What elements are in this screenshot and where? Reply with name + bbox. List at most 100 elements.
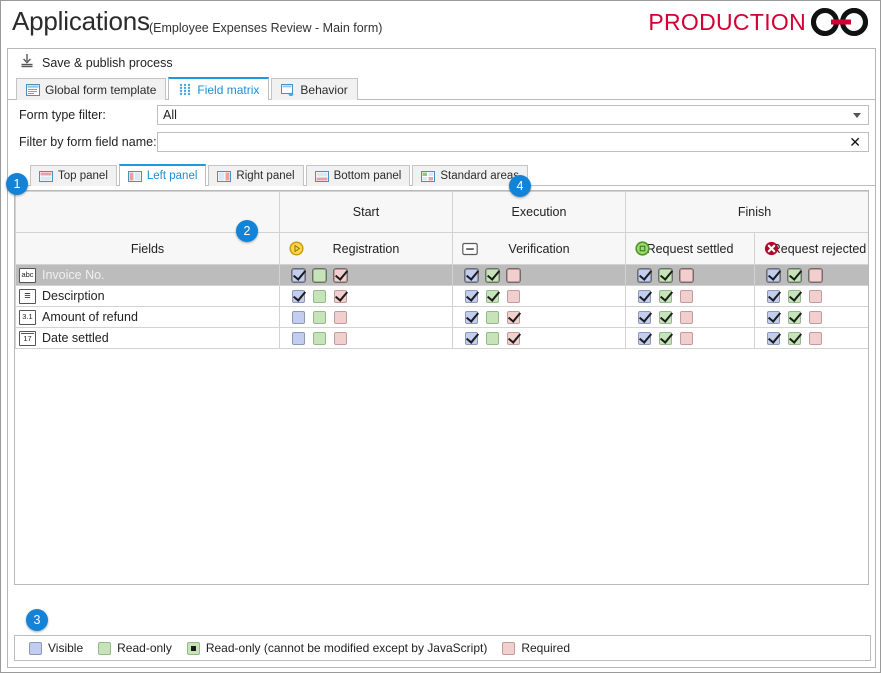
required-checkbox[interactable] xyxy=(680,268,693,282)
visible-checkbox[interactable] xyxy=(465,289,478,303)
visible-checkbox[interactable] xyxy=(465,268,478,282)
brand-text: PRODUCTION xyxy=(648,8,806,35)
save-publish-button[interactable]: Save & publish process xyxy=(42,56,173,70)
matrix-cell-registration[interactable] xyxy=(279,306,453,328)
visible-checkbox[interactable] xyxy=(638,331,651,345)
readonly-checkbox[interactable] xyxy=(313,310,326,324)
matrix-cell-request-settled[interactable] xyxy=(625,327,755,349)
visible-checkbox[interactable] xyxy=(767,331,780,345)
readonly-checkbox[interactable] xyxy=(186,641,200,655)
field-matrix-table-container[interactable]: Start Execution Finish Fields Registrati… xyxy=(14,190,869,585)
required-checkbox[interactable] xyxy=(809,268,822,282)
column-header-request-settled[interactable]: Request settled xyxy=(625,232,755,265)
matrix-cell-request-rejected[interactable] xyxy=(754,327,868,349)
panel-tab-left[interactable]: Left panel xyxy=(118,164,207,186)
matrix-cell-request-rejected[interactable] xyxy=(754,285,868,307)
required-checkbox[interactable] xyxy=(334,310,347,324)
visible-checkbox[interactable] xyxy=(292,289,305,303)
visible-checkbox[interactable] xyxy=(292,268,305,282)
visible-checkbox[interactable] xyxy=(638,268,651,282)
matrix-cell-registration[interactable] xyxy=(279,285,453,307)
close-icon[interactable]: ✕ xyxy=(849,135,861,149)
readonly-checkbox[interactable] xyxy=(788,268,801,282)
readonly-checkbox[interactable] xyxy=(313,268,326,282)
required-checkbox[interactable] xyxy=(334,289,347,303)
column-header-request-rejected[interactable]: Request rejected xyxy=(754,232,868,265)
readonly-checkbox[interactable] xyxy=(486,268,499,282)
matrix-cell-request-rejected[interactable] xyxy=(754,264,868,286)
required-checkbox[interactable] xyxy=(809,331,822,345)
table-row[interactable]: ≡ Descirption xyxy=(15,285,868,307)
matrix-cell-verification[interactable] xyxy=(452,285,626,307)
readonly-checkbox[interactable] xyxy=(486,310,499,324)
form-type-filter-value[interactable] xyxy=(158,106,853,124)
readonly-checkbox[interactable] xyxy=(313,289,326,303)
matrix-cell-registration[interactable] xyxy=(279,264,453,286)
matrix-cell-registration[interactable] xyxy=(279,327,453,349)
field-name-cell[interactable]: ≡ Descirption xyxy=(15,285,280,307)
save-publish-icon xyxy=(19,53,35,74)
tab-behavior[interactable]: Behavior xyxy=(271,78,358,100)
visible-checkbox[interactable] xyxy=(465,310,478,324)
matrix-cell-request-rejected[interactable] xyxy=(754,306,868,328)
field-name-cell[interactable]: 3.1 Amount of refund xyxy=(15,306,280,328)
matrix-cell-request-settled[interactable] xyxy=(625,306,755,328)
required-checkbox[interactable] xyxy=(809,310,822,324)
app-header: Applications (Employee Expenses Review -… xyxy=(1,1,880,48)
chain-link-icon xyxy=(811,8,868,36)
required-checkbox[interactable] xyxy=(507,310,520,324)
panel-tab-top[interactable]: Top panel xyxy=(30,165,117,186)
readonly-checkbox[interactable] xyxy=(486,289,499,303)
visible-checkbox[interactable] xyxy=(292,331,305,345)
required-checkbox[interactable] xyxy=(507,268,520,282)
tab-global-form-template[interactable]: Global form template xyxy=(16,78,167,100)
field-name-filter-input-wrap[interactable]: ✕ xyxy=(157,132,869,152)
column-header-registration[interactable]: Registration xyxy=(279,232,453,265)
tab-field-matrix[interactable]: Field matrix xyxy=(168,77,270,100)
table-row[interactable]: 3.1 Amount of refund xyxy=(15,306,868,328)
required-checkbox[interactable] xyxy=(680,310,693,324)
required-checkbox[interactable] xyxy=(680,331,693,345)
chevron-down-icon[interactable] xyxy=(853,112,861,118)
required-checkbox[interactable] xyxy=(502,641,516,655)
visible-checkbox[interactable] xyxy=(767,289,780,303)
field-name-cell[interactable]: abc Invoice No. xyxy=(15,264,280,286)
field-name-cell[interactable]: 17 Date settled xyxy=(15,327,280,349)
table-row[interactable]: abc Invoice No. xyxy=(15,264,868,286)
field-name-filter-input[interactable] xyxy=(158,133,850,151)
matrix-cell-request-settled[interactable] xyxy=(625,264,755,286)
visible-checkbox[interactable] xyxy=(292,310,305,324)
visible-checkbox[interactable] xyxy=(767,268,780,282)
readonly-checkbox[interactable] xyxy=(486,331,499,345)
readonly-checkbox[interactable] xyxy=(659,289,672,303)
form-type-filter-select[interactable] xyxy=(157,105,869,125)
readonly-checkbox[interactable] xyxy=(659,310,672,324)
panel-tab-right[interactable]: Right panel xyxy=(208,165,304,186)
panel-tab-bottom[interactable]: Bottom panel xyxy=(305,165,411,186)
visible-checkbox[interactable] xyxy=(638,310,651,324)
finish-rejected-icon xyxy=(764,241,779,256)
required-checkbox[interactable] xyxy=(507,331,520,345)
table-row[interactable]: 17 Date settled xyxy=(15,327,868,349)
column-header-verification[interactable]: Verification xyxy=(452,232,626,265)
required-checkbox[interactable] xyxy=(507,289,520,303)
required-checkbox[interactable] xyxy=(334,331,347,345)
readonly-checkbox[interactable] xyxy=(788,289,801,303)
readonly-checkbox[interactable] xyxy=(788,310,801,324)
matrix-cell-verification[interactable] xyxy=(452,327,626,349)
required-checkbox[interactable] xyxy=(334,268,347,282)
readonly-checkbox[interactable] xyxy=(788,331,801,345)
required-checkbox[interactable] xyxy=(680,289,693,303)
visible-checkbox[interactable] xyxy=(465,331,478,345)
readonly-checkbox[interactable] xyxy=(659,331,672,345)
matrix-cell-verification[interactable] xyxy=(452,264,626,286)
readonly-checkbox[interactable] xyxy=(313,331,326,345)
visible-checkbox[interactable] xyxy=(767,310,780,324)
matrix-cell-request-settled[interactable] xyxy=(625,285,755,307)
visible-checkbox[interactable] xyxy=(29,641,42,655)
matrix-cell-verification[interactable] xyxy=(452,306,626,328)
readonly-checkbox[interactable] xyxy=(98,641,112,655)
visible-checkbox[interactable] xyxy=(638,289,651,303)
readonly-checkbox[interactable] xyxy=(659,268,672,282)
required-checkbox[interactable] xyxy=(809,289,822,303)
